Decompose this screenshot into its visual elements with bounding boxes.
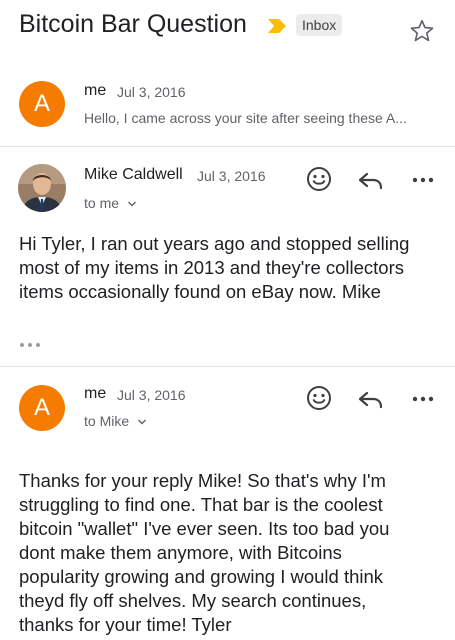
message-date: Jul 3, 2016 [117, 84, 186, 100]
inbox-label-badge[interactable]: Inbox [296, 14, 343, 36]
star-icon[interactable] [408, 17, 436, 45]
emoji-icon[interactable] [304, 164, 334, 194]
avatar: A [19, 81, 65, 127]
chevron-down-icon [138, 419, 147, 425]
more-icon[interactable] [412, 176, 434, 184]
more-icon[interactable] [412, 395, 434, 403]
chevron-down-icon [127, 201, 136, 207]
message-body: Thanks for your reply Mike! So that's wh… [19, 470, 390, 635]
email-subject: Bitcoin Bar Question [19, 10, 247, 38]
recipient-details-toggle[interactable]: to me [84, 195, 137, 211]
recipient-details-toggle[interactable]: to Mike [84, 413, 147, 429]
reply-icon[interactable] [356, 166, 386, 196]
sender-name: me [84, 385, 107, 402]
message-body: Hi Tyler, I ran out years ago and stoppe… [19, 233, 410, 302]
recipient-text: to me [84, 195, 120, 211]
avatar [18, 164, 66, 212]
emoji-icon[interactable] [304, 383, 334, 413]
message-date: Jul 3, 2016 [117, 387, 186, 403]
importance-marker-icon[interactable] [266, 17, 288, 35]
divider [0, 366, 455, 367]
collapsed-content-icon[interactable] [19, 341, 41, 349]
avatar: A [19, 385, 65, 431]
recipient-text: to Mike [84, 413, 130, 429]
message-date: Jul 3, 2016 [197, 168, 266, 184]
reply-icon[interactable] [356, 385, 386, 415]
sender-name: me [84, 82, 107, 99]
divider [0, 146, 455, 147]
message-snippet: Hello, I came across your site after see… [84, 110, 407, 126]
sender-name: Mike Caldwell [84, 166, 183, 183]
